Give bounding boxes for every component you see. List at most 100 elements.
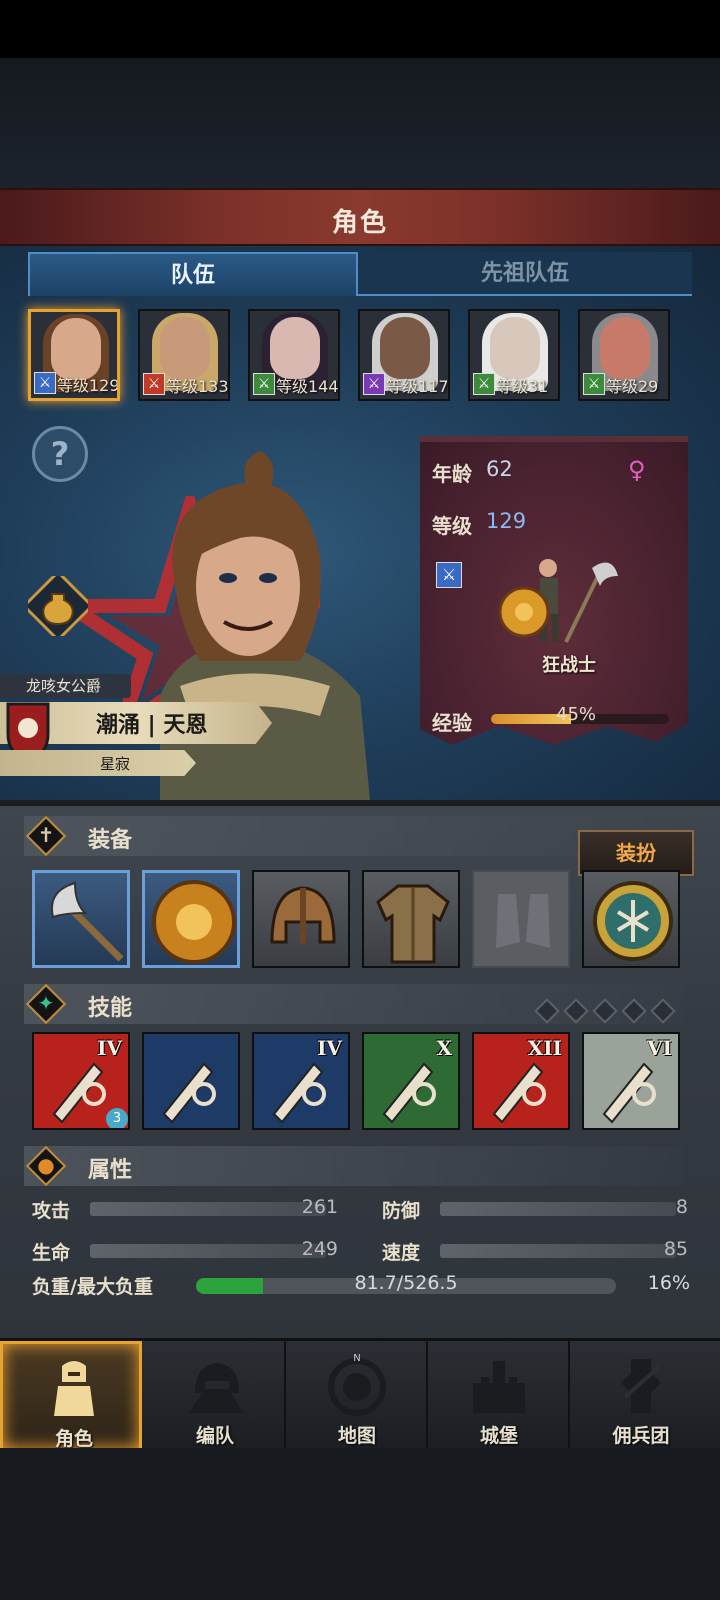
class-badge-icon: ⚔	[34, 372, 56, 394]
roster-portrait-3[interactable]: ⚔ 等级144	[248, 309, 340, 401]
roster-portrait-1[interactable]: ⚔ 等级129	[28, 309, 120, 401]
xp-percent: 45%	[556, 704, 597, 725]
gender-female-icon: ♀	[628, 456, 646, 484]
skill-point-4	[621, 998, 647, 1024]
skill-tier: VI	[647, 1036, 672, 1060]
attr-defense-track	[440, 1202, 676, 1216]
skill-icon	[162, 1062, 216, 1124]
age-value: 62	[486, 457, 513, 481]
hero-name: 潮涌 | 天恩	[96, 713, 208, 738]
level-value: 129	[486, 509, 527, 533]
attr-speed: 速度 85	[382, 1236, 688, 1266]
portrait-level: 等级129	[57, 376, 120, 395]
skill-slot-4[interactable]: X	[362, 1032, 460, 1130]
xp-label: 经验	[432, 711, 472, 735]
tab-ancestors[interactable]: 先祖队伍	[358, 252, 692, 296]
nav-formation[interactable]: 编队	[144, 1341, 286, 1451]
hero-subtitle-banner	[0, 750, 196, 776]
hero-title-tag: 龙咳女公爵	[0, 674, 132, 698]
portrait-level: 等级133	[166, 377, 229, 396]
skill-tier: XII	[527, 1036, 562, 1060]
portrait-level: 等级144	[276, 377, 339, 396]
skill-slot-5[interactable]: XII	[472, 1032, 570, 1130]
details-panel: ✝ 装备 装扮 ✦ 技能 IV 3 IV X XII VI ● 属性 攻击 26…	[0, 800, 720, 1338]
potion-icon[interactable]	[28, 576, 88, 636]
star-icon: ✦	[37, 991, 55, 1015]
battle-axe-icon	[51, 881, 124, 962]
attr-hp-value: 249	[301, 1238, 338, 1260]
status-bar	[0, 0, 720, 58]
nav-map-label: 地图	[337, 1425, 376, 1447]
attributes-header: ● 属性	[24, 1145, 684, 1187]
attr-hp-track	[90, 1244, 326, 1258]
equipment-title: 装备	[88, 828, 133, 853]
skill-charge-badge: 3	[106, 1108, 128, 1128]
load-label: 负重/最大负重	[32, 1276, 153, 1298]
skill-points	[534, 998, 683, 1028]
skill-tier: X	[436, 1036, 452, 1060]
class-badge-icon: ⚔	[583, 373, 605, 395]
roster-portrait-5[interactable]: ⚔ 等级31	[468, 309, 560, 401]
compass-icon: N	[328, 1353, 386, 1416]
level-label: 等级	[432, 514, 472, 538]
attr-speed-track	[440, 1244, 676, 1258]
nav-character[interactable]: 角色	[0, 1341, 142, 1451]
attr-defense-label: 防御	[382, 1200, 421, 1222]
class-name: 狂战士	[542, 655, 596, 676]
equip-slot-weapon[interactable]	[32, 870, 130, 968]
person-icon: ●	[37, 1153, 55, 1177]
equip-slot-boots-empty[interactable]	[472, 870, 570, 968]
helmet-group-icon	[189, 1363, 243, 1413]
character-panel: 队伍 先祖队伍 ⚔ 等级129 ⚔ 等级133 ⚔ 等级144 ⚔ 等级117 ⚔ 等级31 ⚔ 等级…	[0, 246, 720, 800]
attr-speed-value: 85	[663, 1238, 688, 1260]
tab-team[interactable]: 队伍	[28, 252, 358, 296]
mercenary-banner-icon	[621, 1359, 661, 1413]
class-figure	[498, 559, 618, 643]
class-axe-icon: ⚔	[436, 562, 462, 588]
roster-portrait-4[interactable]: ⚔ 等级117	[358, 309, 450, 401]
nav-map[interactable]: N 地图	[286, 1341, 428, 1451]
attr-attack: 攻击 261	[32, 1194, 338, 1224]
skill-slot-3[interactable]: IV	[252, 1032, 350, 1130]
portrait-face	[51, 318, 101, 380]
portrait-level: 等级117	[386, 377, 449, 396]
class-badge-icon: ⚔	[363, 373, 385, 395]
roster-portrait-2[interactable]: ⚔ 等级133	[138, 309, 230, 401]
page-title: 角色	[331, 208, 388, 238]
portrait-face	[270, 317, 320, 379]
attr-attack-track	[90, 1202, 326, 1216]
bottom-nav: 角色 编队 N 地图 城堡 佣兵团	[0, 1338, 720, 1451]
attr-attack-label: 攻击	[32, 1200, 71, 1222]
knight-icon	[54, 1361, 94, 1416]
nav-mercenary[interactable]: 佣兵团	[570, 1341, 712, 1451]
equip-slot-amulet[interactable]	[582, 870, 680, 968]
skill-slot-2[interactable]	[142, 1032, 240, 1130]
help-button[interactable]: ?	[32, 426, 88, 482]
nav-castle-label: 城堡	[479, 1425, 518, 1447]
skill-slot-1[interactable]: IV 3	[32, 1032, 130, 1130]
equip-slot-shield[interactable]	[142, 870, 240, 968]
load-percent: 16%	[647, 1272, 690, 1294]
skill-point-5	[650, 998, 676, 1024]
nav-castle[interactable]: 城堡	[428, 1341, 570, 1451]
compass-north-letter: N	[353, 1353, 360, 1364]
roster-portrait-6[interactable]: ⚔ 等级29	[578, 309, 670, 401]
skills-title: 技能	[88, 996, 133, 1021]
background	[0, 58, 720, 188]
nav-mercenary-label: 佣兵团	[612, 1425, 670, 1447]
skill-point-2	[563, 998, 589, 1024]
skill-slot-6[interactable]: VI	[582, 1032, 680, 1130]
equip-slot-helmet[interactable]	[252, 870, 350, 968]
attr-speed-label: 速度	[382, 1242, 421, 1264]
skill-tier: IV	[97, 1036, 122, 1060]
portrait-face	[160, 317, 210, 379]
skill-point-1	[534, 998, 560, 1024]
attr-hp: 生命 249	[32, 1236, 338, 1266]
bottom-fill	[0, 1448, 720, 1600]
skill-tier: IV	[317, 1036, 342, 1060]
attr-defense: 防御 8	[382, 1194, 688, 1224]
helmet-icon	[270, 886, 336, 944]
boots-icon	[496, 894, 550, 948]
equip-slot-armor[interactable]	[362, 870, 460, 968]
amulet-icon	[593, 881, 673, 961]
